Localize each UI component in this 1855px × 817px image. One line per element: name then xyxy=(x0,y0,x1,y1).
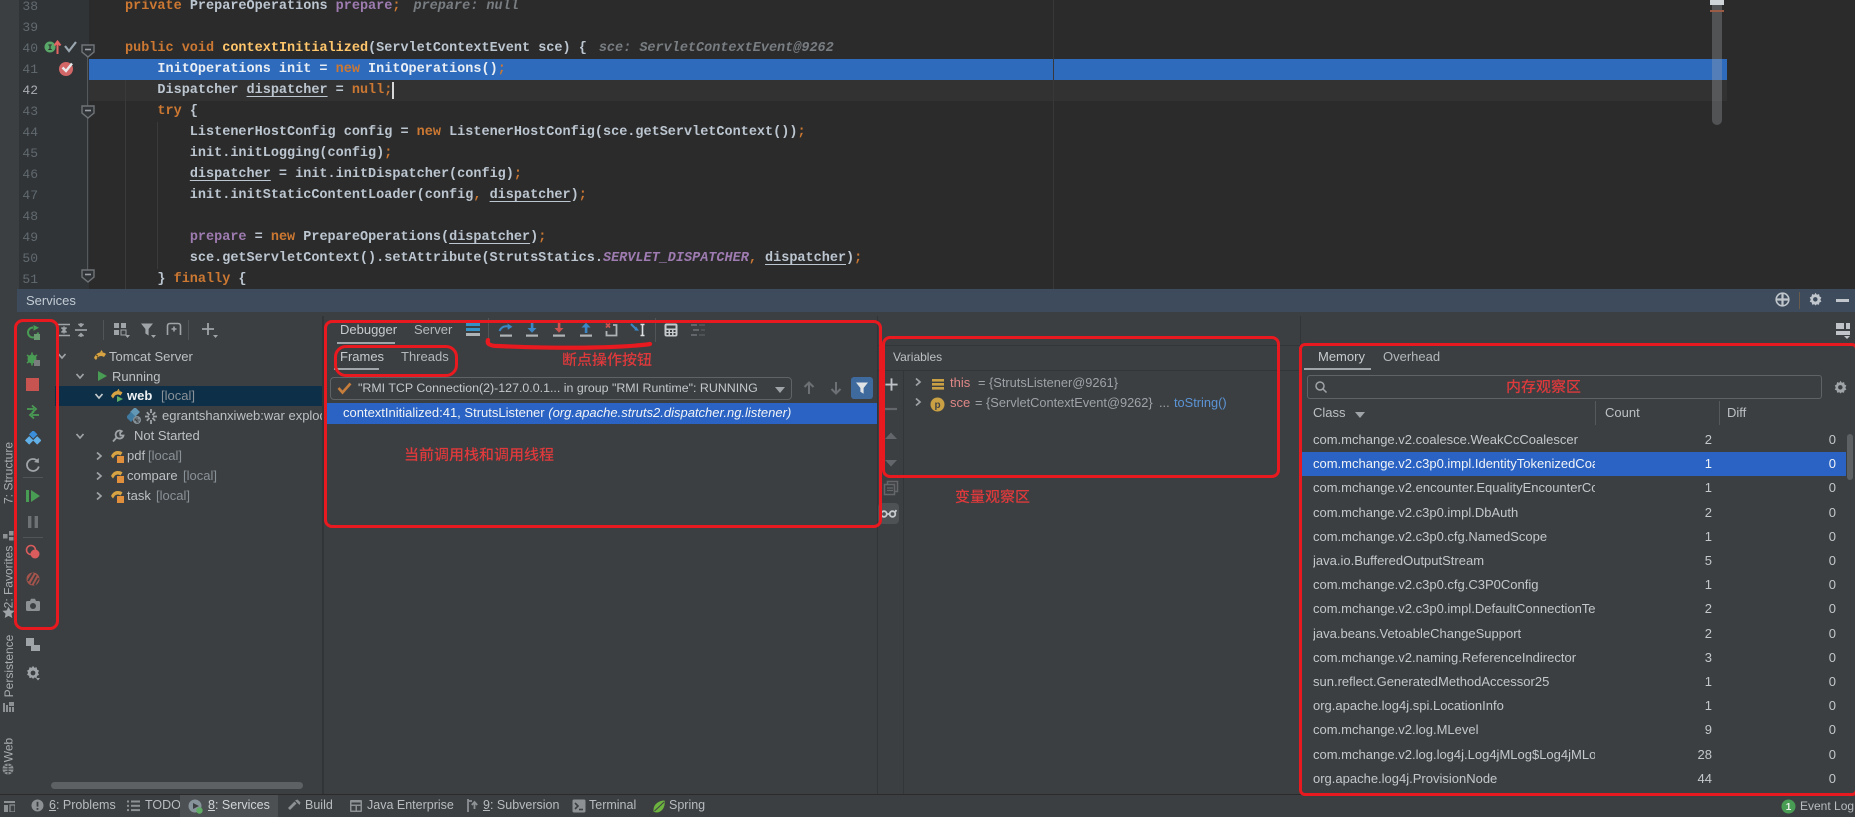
svg-text:1: 1 xyxy=(1786,802,1792,813)
svg-text:I: I xyxy=(48,44,53,53)
